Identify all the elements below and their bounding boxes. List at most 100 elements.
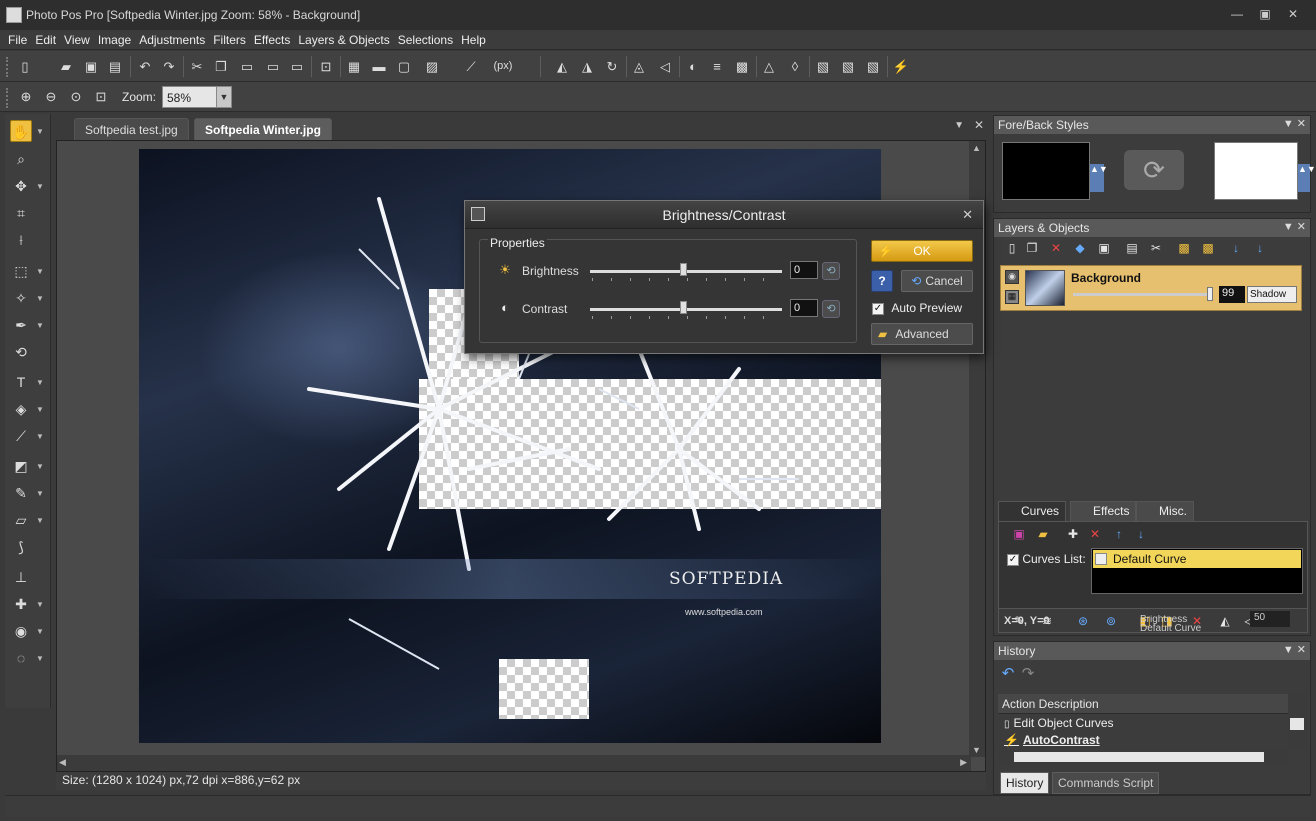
new-file-icon[interactable]: ▯ — [16, 58, 34, 75]
history-redo-icon[interactable]: ↷ — [1020, 666, 1036, 682]
curve-down-icon[interactable]: ↓ — [1133, 526, 1149, 542]
line-tool-icon[interactable]: ⟋ — [10, 425, 32, 447]
move-layer-up-icon[interactable]: ↓ — [1252, 240, 1268, 256]
maximize-icon[interactable]: ▣ — [1256, 6, 1274, 22]
brightness-slider-thumb[interactable] — [680, 263, 687, 276]
red-effect-icon[interactable]: ▧ — [864, 58, 882, 75]
curve-upload-icon[interactable]: ⊚ — [1103, 613, 1119, 629]
paste-layer-icon[interactable]: ▭ — [288, 58, 306, 75]
tool-flyout-arrow-icon[interactable]: ▼ — [36, 182, 44, 191]
flip-horizontal-icon[interactable]: ◭ — [553, 58, 571, 75]
menu-filters[interactable]: Filters — [209, 30, 250, 50]
tool-flyout-arrow-icon[interactable]: ▼ — [36, 654, 44, 663]
mirror-icon[interactable]: ◬ — [630, 58, 648, 75]
panel-menu-close-icon[interactable]: ▼ ✕ — [1283, 643, 1306, 656]
tool-flyout-arrow-icon[interactable]: ▼ — [36, 267, 44, 276]
color-balance-icon[interactable]: ≡ — [708, 58, 726, 75]
tool-flyout-arrow-icon[interactable]: ▼ — [36, 516, 44, 525]
menu-layers-objects[interactable]: Layers & Objects — [294, 30, 393, 50]
help-button[interactable]: ? — [871, 270, 893, 292]
menu-file[interactable]: File — [4, 30, 31, 50]
preview-icon[interactable]: ⊡ — [317, 58, 335, 75]
dialog-close-icon[interactable]: ✕ — [962, 201, 973, 229]
layer-lock-icon[interactable]: ▦ — [1005, 290, 1019, 304]
auto-preview-row[interactable]: ✓ Auto Preview — [872, 301, 962, 315]
eye-visibility-icon[interactable]: ◉ — [1005, 270, 1019, 284]
new-layer-icon[interactable]: ▯ — [1004, 240, 1020, 256]
undo-icon[interactable]: ↶ — [136, 58, 154, 75]
magic-wand-tool-icon[interactable]: ✧ — [10, 287, 32, 309]
contrast-reset-icon[interactable]: ⟲ — [822, 300, 840, 318]
menu-help[interactable]: Help — [457, 30, 490, 50]
contrast-slider-thumb[interactable] — [680, 301, 687, 314]
horizontal-scrollbar[interactable]: ◀ ▶ — [57, 755, 971, 771]
curve-up-icon[interactable]: ↑ — [1111, 526, 1127, 542]
paint-bucket-tool-icon[interactable]: ◩ — [10, 455, 32, 477]
layer-properties-icon[interactable]: ◆ — [1072, 240, 1088, 256]
opacity-value[interactable]: 99 — [1219, 286, 1245, 303]
scroll-left-icon[interactable]: ◀ — [59, 757, 66, 768]
tab-curves[interactable]: Curves — [998, 501, 1067, 521]
grid-icon[interactable]: ▦ — [345, 58, 363, 75]
panel-menu-close-icon[interactable]: ▼ ✕ — [1283, 220, 1306, 233]
curve-item-checkbox[interactable] — [1095, 553, 1107, 565]
crop-tool-icon[interactable]: ⌗ — [10, 202, 32, 224]
image-icon[interactable]: ▨ — [423, 58, 441, 75]
eyedropper-tool-icon[interactable]: ⟆ — [10, 536, 32, 558]
brightness-value[interactable]: 0 — [790, 261, 818, 279]
layer-row-background[interactable]: ◉ ▦ Background 99 Shadow — [1000, 265, 1302, 311]
toolbar-grip[interactable] — [6, 57, 10, 77]
redo-icon[interactable]: ↷ — [160, 58, 178, 75]
contrast-icon[interactable]: ◐ — [684, 58, 702, 75]
zoom-combo[interactable]: 58% ▼ — [162, 86, 232, 108]
move-layer-down-icon[interactable]: ↓ — [1228, 240, 1244, 256]
pen-tool-icon[interactable]: ✒ — [10, 314, 32, 336]
scroll-up-icon[interactable]: ▲ — [972, 143, 981, 153]
eraser-tool-icon[interactable]: ▱ — [10, 509, 32, 531]
foreground-color-swatch[interactable] — [1002, 142, 1090, 200]
fit-window-icon[interactable]: ⊡ — [92, 88, 110, 105]
opacity-slider[interactable] — [1073, 293, 1213, 296]
tab-softpedia-winter[interactable]: Softpedia Winter.jpg — [194, 118, 332, 140]
ok-button[interactable]: ⚡ OK — [871, 240, 973, 262]
layer-mask-icon[interactable]: ▤ — [1124, 240, 1140, 256]
tab-softpedia-test[interactable]: Softpedia test.jpg — [74, 118, 189, 140]
history-scroll-thumb[interactable] — [1290, 718, 1304, 730]
speech-bubble-tool-icon[interactable]: ◌ — [10, 647, 32, 669]
rect-select-tool-icon[interactable]: ⬚ — [10, 260, 32, 282]
rotate-icon[interactable]: ↻ — [603, 58, 621, 75]
opacity-slider-thumb[interactable] — [1207, 287, 1213, 301]
menu-adjustments[interactable]: Adjustments — [135, 30, 209, 50]
back-style-arrows-icon[interactable]: ▲▼ — [1298, 164, 1316, 192]
menu-edit[interactable]: Edit — [31, 30, 60, 50]
fore-style-arrows-icon[interactable]: ▲▼ — [1090, 164, 1108, 192]
magnifier-tool-icon[interactable]: ⌕ — [10, 148, 32, 170]
healing-tool-icon[interactable]: ✚ — [10, 593, 32, 615]
group-icon[interactable]: ▩ — [1176, 240, 1192, 256]
tabs-dropdown-icon[interactable]: ▼ — [954, 120, 964, 131]
blur-icon[interactable]: ◊ — [786, 58, 804, 75]
stamp-tool-icon[interactable]: ⊥ — [10, 566, 32, 588]
hue-icon[interactable]: ▩ — [733, 58, 751, 75]
ruler-icon[interactable]: ▬ — [370, 58, 388, 75]
save-curve-icon[interactable]: ▣ — [1011, 526, 1027, 542]
tool-flyout-arrow-icon[interactable]: ▼ — [36, 627, 44, 636]
save-all-icon[interactable]: ▤ — [106, 58, 124, 75]
paste-new-icon[interactable]: ▭ — [264, 58, 282, 75]
landscape-effect-icon[interactable]: ▧ — [814, 58, 832, 75]
photo-effect-icon[interactable]: ▧ — [839, 58, 857, 75]
remove-mask-icon[interactable]: ✂ — [1148, 240, 1164, 256]
history-hscrollbar[interactable] — [998, 750, 1288, 764]
new-curve-icon[interactable]: ✚ — [1065, 526, 1081, 542]
paste-icon[interactable]: ▭ — [238, 58, 256, 75]
tool-flyout-arrow-icon[interactable]: ▼ — [36, 489, 44, 498]
menu-image[interactable]: Image — [94, 30, 135, 50]
history-row[interactable]: ▯ Edit Object Curves — [1004, 716, 1114, 730]
tool-flyout-arrow-icon[interactable]: ▼ — [36, 462, 44, 471]
background-color-swatch[interactable] — [1214, 142, 1298, 200]
blend-mode-select[interactable]: Shadow — [1247, 286, 1297, 303]
merge-layer-icon[interactable]: ▣ — [1096, 240, 1112, 256]
move-tool-icon[interactable]: ✥ — [10, 175, 32, 197]
menu-selections[interactable]: Selections — [394, 30, 457, 50]
tool-flyout-arrow-icon[interactable]: ▼ — [36, 127, 44, 136]
